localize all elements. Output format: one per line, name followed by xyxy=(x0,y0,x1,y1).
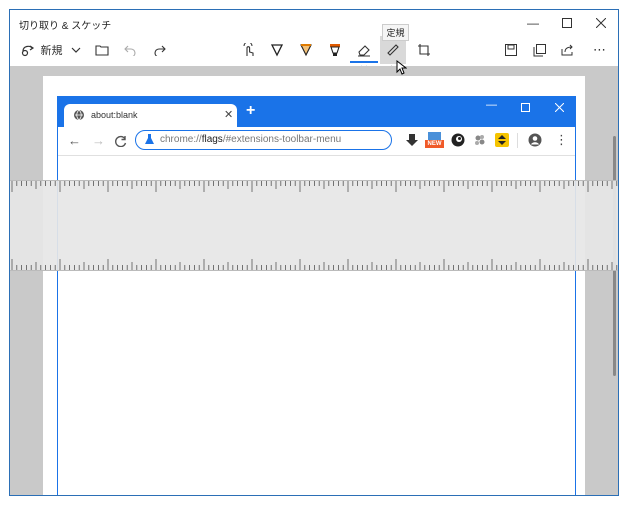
download-icon xyxy=(406,134,418,146)
snip-new-icon xyxy=(21,45,34,57)
title-bar: 切り取り & スケッチ — xyxy=(10,10,618,36)
browser-close-icon xyxy=(555,103,564,112)
captured-browser-window: about:blank ✕ + — ← → chrome://flags/#ex… xyxy=(57,96,576,495)
maximize-button[interactable] xyxy=(550,10,584,36)
profile-icon xyxy=(528,133,542,147)
snip-sketch-window: 切り取り & スケッチ — 新規 ⋯ 定規 about:blank ✕ + — … xyxy=(9,9,619,496)
browser-maximize-icon xyxy=(521,103,530,112)
url-path: /#extensions-toolbar-menu xyxy=(222,134,342,145)
new-tab-icon: + xyxy=(246,102,256,119)
flask-icon xyxy=(145,134,154,144)
pencil-icon xyxy=(300,44,312,57)
browser-address-row: ← → chrome://flags/#extensions-toolbar-m… xyxy=(58,127,575,156)
pencil-button[interactable] xyxy=(296,36,316,64)
browser-menu-icon: ⋮ xyxy=(555,132,568,147)
new-dropdown-button[interactable] xyxy=(68,36,84,64)
ruler-icon xyxy=(387,44,399,56)
undo-button[interactable] xyxy=(120,36,140,64)
browser-minimize-icon: — xyxy=(486,99,497,111)
copy-button[interactable] xyxy=(529,36,549,64)
new-button[interactable]: 新規 xyxy=(16,36,66,64)
eraser-icon xyxy=(358,45,370,57)
copy-icon xyxy=(533,43,546,56)
save-button[interactable] xyxy=(501,36,521,64)
share-icon xyxy=(561,44,573,56)
more-icon: ⋯ xyxy=(593,42,607,57)
maximize-icon xyxy=(562,18,572,28)
tab-close-icon: ✕ xyxy=(224,109,234,121)
url-host: flags xyxy=(201,134,223,145)
undo-icon xyxy=(124,45,136,56)
browser-tab-title: about:blank xyxy=(91,110,138,120)
crop-button[interactable] xyxy=(414,36,434,64)
highlighter-icon xyxy=(330,44,340,56)
toolbar-divider xyxy=(517,133,518,148)
extension-puzzle-icon xyxy=(475,135,485,145)
redo-icon xyxy=(154,45,166,56)
reload-icon xyxy=(115,135,127,147)
open-button[interactable] xyxy=(92,36,112,64)
extension-yellow-icon xyxy=(495,133,509,147)
globe-icon xyxy=(74,109,84,121)
url-scheme: chrome:// xyxy=(160,134,202,145)
folder-icon xyxy=(95,45,109,56)
highlighter-button[interactable] xyxy=(325,36,345,64)
mouse-cursor-icon xyxy=(396,59,408,80)
chevron-down-icon xyxy=(71,47,81,53)
new-label: 新規 xyxy=(40,45,63,57)
touch-writing-icon xyxy=(243,43,254,56)
window-title: 切り取り & スケッチ xyxy=(19,21,112,32)
touch-writing-button[interactable] xyxy=(239,36,259,64)
ruler-ticks xyxy=(11,181,618,270)
more-options-button[interactable]: ⋯ xyxy=(590,36,610,64)
toolbar: 新規 ⋯ xyxy=(10,36,618,70)
back-arrow-icon: ← xyxy=(68,133,81,148)
ballpoint-pen-button[interactable] xyxy=(267,36,287,64)
minimize-icon: — xyxy=(527,16,539,30)
share-button[interactable] xyxy=(557,36,577,64)
extension-new-icon: NEW xyxy=(425,132,444,148)
ruler-overlay[interactable] xyxy=(10,180,618,271)
forward-arrow-icon: → xyxy=(92,133,105,148)
browser-tab-strip: about:blank ✕ + — xyxy=(58,97,575,127)
close-button[interactable] xyxy=(584,10,618,36)
ballpoint-pen-icon xyxy=(271,44,283,57)
crop-icon xyxy=(418,44,430,56)
tooltip: 定規 xyxy=(382,24,409,41)
redo-button[interactable] xyxy=(150,36,170,64)
save-icon xyxy=(505,44,517,56)
close-icon xyxy=(596,18,606,28)
extension-new-badge: NEW xyxy=(425,140,444,148)
omnibox: chrome://flags/#extensions-toolbar-menu xyxy=(135,130,392,150)
minimize-button[interactable]: — xyxy=(516,10,550,36)
extension-dark-icon xyxy=(451,133,465,147)
browser-tab: about:blank ✕ xyxy=(64,104,237,127)
url-text: chrome://flags/#extensions-toolbar-menu xyxy=(160,134,341,145)
